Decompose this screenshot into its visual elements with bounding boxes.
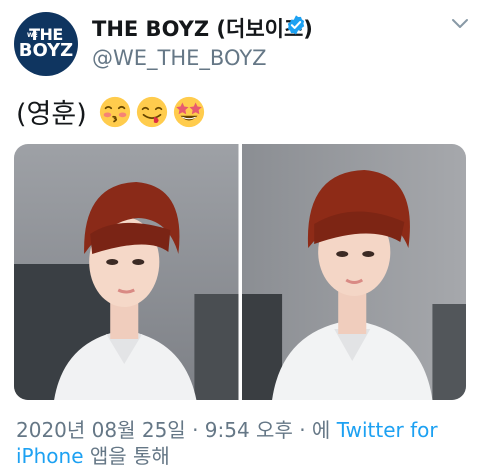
kissing-face-with-closed-eyes-emoji [99,96,130,127]
tweet-media [14,144,466,400]
verified-badge-icon [287,15,305,35]
photo-2[interactable] [241,144,466,400]
source-suffix: 앱을 통해 [83,444,170,468]
photo-1-image [14,144,239,400]
display-name[interactable]: THE BOYZ (더보이즈) [92,13,313,43]
avatar-we-label: WE [27,32,38,39]
star-struck-emoji [173,96,204,127]
profile-avatar[interactable]: WE THE BOYZ [14,12,78,76]
tweet-text-content: (영훈) [16,99,87,130]
chevron-down-icon[interactable] [451,18,469,30]
user-handle[interactable]: @WE_THE_BOYZ [92,46,267,70]
tweet-text: (영훈) [16,92,206,131]
face-savoring-food-emoji [136,96,167,127]
avatar-line2: BOYZ [18,40,74,62]
tweet-meta: 2020년 08월 25일 · 9:54 오후 · 에 Twitter for … [16,417,466,469]
tweet-timestamp[interactable]: 2020년 08월 25일 · 9:54 오후 · 에 [16,418,330,442]
photo-1[interactable] [14,144,239,400]
photo-2-image [241,144,466,400]
